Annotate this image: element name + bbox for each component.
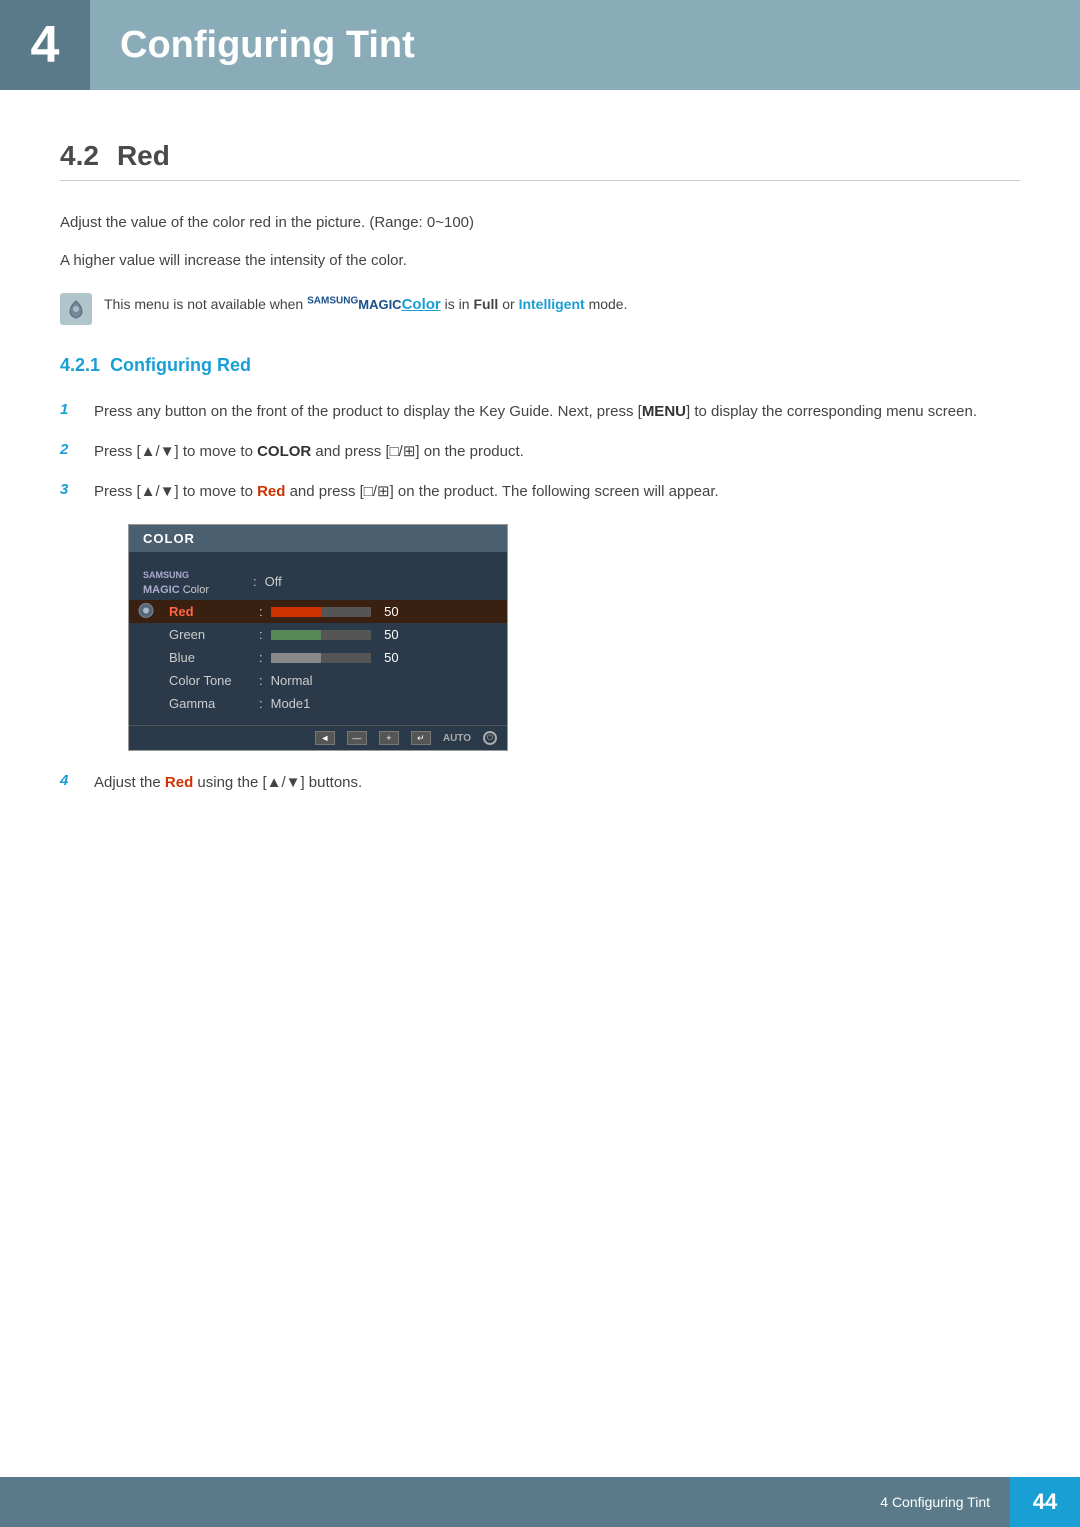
note-text: This menu is not available when SAMSUNGM…	[104, 293, 628, 317]
ctrl-enter-btn: ↵	[411, 731, 431, 745]
step-4-text: Adjust the Red using the [▲/▼] buttons.	[94, 771, 362, 795]
menu-controls-bar: ◄ — + ↵ AUTO ⏻	[129, 725, 507, 750]
chapter-title: Configuring Tint	[120, 24, 415, 67]
step-4-number: 4	[60, 771, 78, 789]
step-1-number: 1	[60, 400, 78, 418]
menu-row-red: Red : 50	[129, 600, 507, 623]
footer-page-number: 44	[1010, 1477, 1080, 1527]
page-footer: 4 Configuring Tint 44	[0, 1477, 1080, 1527]
menu-icon-left	[137, 601, 155, 622]
step-2-text: Press [▲/▼] to move to COLOR and press […	[94, 440, 524, 464]
menu-row-gamma: Gamma : Mode1	[129, 692, 507, 715]
section-header: 4.2 Red	[60, 140, 1020, 181]
section-name: Red	[117, 140, 170, 172]
step-1: 1 Press any button on the front of the p…	[60, 400, 1020, 424]
ctrl-auto-label: AUTO	[443, 733, 471, 744]
note-icon	[60, 293, 92, 325]
step-4: 4 Adjust the Red using the [▲/▼] buttons…	[60, 771, 1020, 795]
subsection-title: 4.2.1 Configuring Red	[60, 355, 1020, 376]
menu-screenshot-item: COLOR SAMSUNG MAGIC Color : Off	[94, 524, 1020, 751]
chapter-header: 4 Configuring Tint	[0, 0, 1080, 90]
main-content: 4.2 Red Adjust the value of the color re…	[0, 140, 1080, 891]
step-1-text: Press any button on the front of the pro…	[94, 400, 977, 424]
step-2: 2 Press [▲/▼] to move to COLOR and press…	[60, 440, 1020, 464]
steps-list: 1 Press any button on the front of the p…	[60, 400, 1020, 795]
chapter-title-box: Configuring Tint	[90, 0, 1080, 90]
step-2-number: 2	[60, 440, 78, 458]
ctrl-left-btn: ◄	[315, 731, 335, 745]
menu-body: SAMSUNG MAGIC Color : Off	[129, 552, 507, 725]
section-desc1: Adjust the value of the color red in the…	[60, 211, 1020, 235]
chapter-number: 4	[0, 0, 90, 90]
note-box: This menu is not available when SAMSUNGM…	[60, 293, 1020, 325]
menu-row-magic-color: SAMSUNG MAGIC Color : Off	[129, 562, 507, 600]
menu-title: COLOR	[129, 525, 507, 552]
menu-row-blue: Blue : 50	[129, 646, 507, 669]
step-3-text: Press [▲/▼] to move to Red and press [□/…	[94, 480, 719, 504]
footer-text: 4 Configuring Tint	[880, 1494, 1010, 1510]
ctrl-plus-btn: +	[379, 731, 399, 745]
section-desc2: A higher value will increase the intensi…	[60, 249, 1020, 273]
ctrl-minus-btn: —	[347, 731, 367, 745]
step-3: 3 Press [▲/▼] to move to Red and press […	[60, 480, 1020, 504]
step-3-number: 3	[60, 480, 78, 498]
section-number: 4.2	[60, 140, 99, 172]
menu-row-green: Green : 50	[129, 623, 507, 646]
ctrl-power-btn: ⏻	[483, 731, 497, 745]
menu-row-colortone: Color Tone : Normal	[129, 669, 507, 692]
menu-screenshot: COLOR SAMSUNG MAGIC Color : Off	[128, 524, 508, 751]
